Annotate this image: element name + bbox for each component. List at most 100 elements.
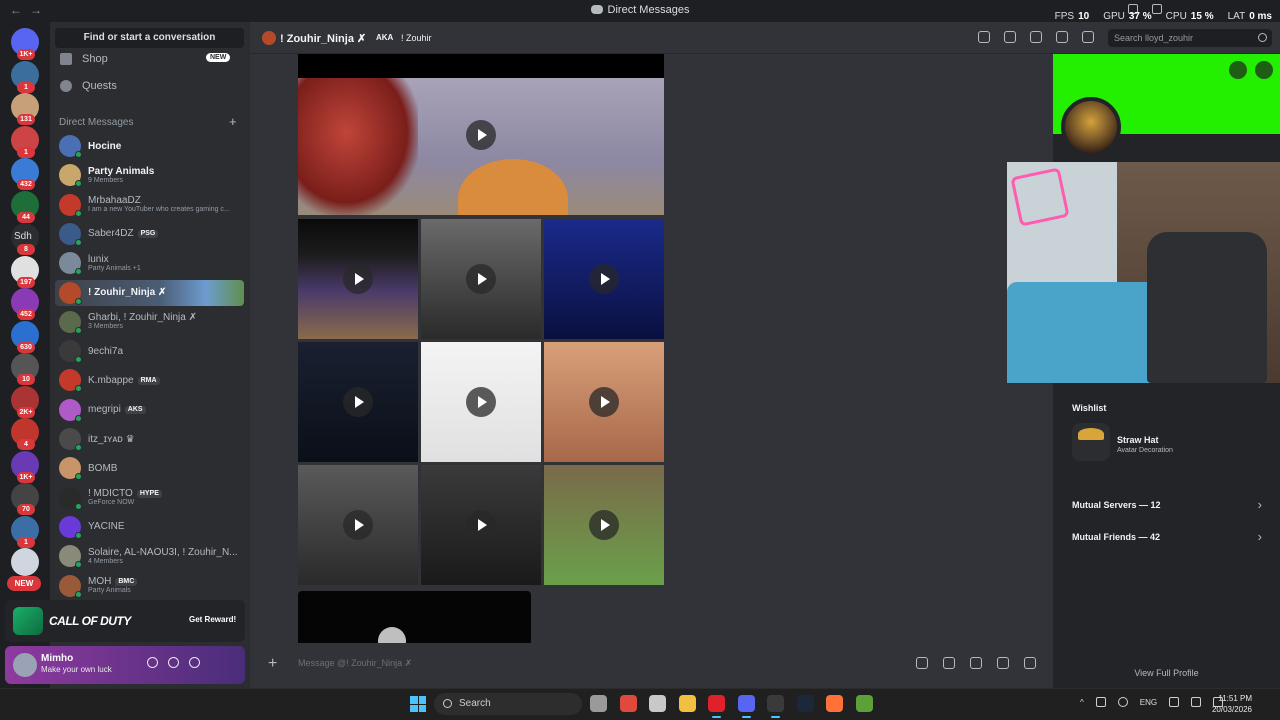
taskbar-search[interactable]: Search — [434, 693, 582, 715]
get-reward-button[interactable]: Get Reward! — [183, 612, 243, 627]
video-thumbnail[interactable] — [544, 342, 664, 462]
microphone-icon[interactable] — [147, 657, 158, 668]
opera-app-icon[interactable] — [708, 695, 725, 718]
minecraft-app-icon[interactable] — [855, 695, 873, 712]
play-icon[interactable] — [343, 264, 373, 294]
view-full-profile-link[interactable]: View Full Profile — [1053, 668, 1280, 678]
server-icon[interactable] — [11, 548, 39, 576]
add-friend-icon[interactable] — [1229, 61, 1247, 79]
dm-item[interactable]: ! MDICTO HYPE GeForce NOW — [55, 485, 244, 511]
video-thumbnail[interactable] — [421, 465, 541, 585]
dm-item[interactable]: Hocine — [55, 133, 244, 159]
chat-search-input[interactable]: Search lloyd_zouhir — [1108, 29, 1272, 47]
video-thumbnail[interactable] — [421, 219, 541, 339]
recipient-name[interactable]: ! Zouhir_Ninja ✗ — [280, 32, 366, 45]
dm-name: Saber4DZ PSG — [88, 228, 159, 239]
clock[interactable]: 11:51 PM 20/03/2026 — [1208, 693, 1252, 715]
video-thumbnail[interactable] — [421, 342, 541, 462]
upload-plus-icon[interactable]: + — [268, 655, 277, 673]
pinned-messages-icon[interactable] — [1030, 31, 1042, 43]
file-explorer-app-icon[interactable] — [678, 695, 696, 712]
dm-name: Party Animals — [88, 165, 155, 177]
network-icon[interactable] — [1095, 697, 1106, 707]
video-thumbnail[interactable] — [544, 219, 664, 339]
task-view-app-icon[interactable] — [590, 695, 607, 712]
play-icon[interactable] — [343, 510, 373, 540]
media-attachment-bottom[interactable] — [298, 591, 531, 643]
nav-shop[interactable]: Shop — [60, 53, 108, 65]
play-icon[interactable] — [589, 264, 619, 294]
add-friends-icon[interactable] — [1056, 31, 1068, 43]
wishlist-item-name[interactable]: Straw Hat — [1117, 435, 1159, 445]
dm-text: MOH BMC Party Animals — [88, 576, 138, 595]
voice-call-icon[interactable] — [978, 31, 990, 43]
dm-item[interactable]: lunix Party Animals +1 — [55, 250, 244, 276]
dm-item[interactable]: Saber4DZ PSG — [55, 221, 244, 247]
firefox-app-icon[interactable] — [826, 695, 843, 712]
video-thumbnail[interactable] — [544, 465, 664, 585]
dm-item[interactable]: MrbahaaDZ I am a new YouTuber who creates… — [55, 192, 244, 218]
user-name: Mimho — [41, 653, 74, 664]
wifi-icon[interactable] — [1169, 697, 1180, 707]
chrome-app-icon[interactable] — [619, 695, 637, 712]
dm-item[interactable]: megripi AKS — [55, 397, 244, 423]
start-button[interactable] — [410, 696, 426, 712]
volume-icon[interactable] — [1191, 697, 1202, 707]
server-badge: 1 — [17, 146, 35, 158]
dm-item[interactable]: Party Animals 9 Members — [55, 162, 244, 188]
find-conversation-button[interactable]: Find or start a conversation — [55, 28, 244, 48]
video-thumbnail[interactable] — [298, 465, 418, 585]
headphones-icon[interactable] — [168, 657, 179, 668]
capture-app-icon[interactable] — [649, 695, 666, 712]
more-options-icon[interactable] — [1255, 61, 1273, 79]
mutual-servers-row[interactable]: Mutual Servers — 12 › — [1072, 497, 1262, 512]
dm-item[interactable]: 9echi7a — [55, 338, 244, 364]
play-icon[interactable] — [589, 510, 619, 540]
dm-item[interactable]: Gharbi, ! Zouhir_Ninja ✗ 3 Members — [55, 309, 244, 335]
mic-tray-icon[interactable] — [1117, 697, 1128, 707]
message-input[interactable]: Message @! Zouhir_Ninja ✗ — [298, 658, 412, 669]
apps-icon[interactable] — [1024, 657, 1036, 669]
nav-quests[interactable]: Quests — [60, 80, 117, 92]
play-icon[interactable] — [466, 119, 496, 150]
obs-app-icon[interactable] — [767, 695, 784, 718]
play-icon[interactable] — [466, 264, 496, 294]
show-hidden-icon[interactable]: ^ — [1080, 698, 1084, 707]
dm-item[interactable]: YACINE — [55, 514, 244, 540]
aka-label: AKA — [376, 33, 394, 42]
play-icon[interactable] — [466, 510, 496, 540]
play-icon[interactable] — [589, 387, 619, 417]
discord-icon — [590, 5, 603, 14]
dm-name: lunix — [88, 253, 109, 265]
play-icon[interactable] — [343, 387, 373, 417]
dm-item[interactable]: itz_ɪʏᴀᴅ ♛ — [55, 426, 244, 452]
discord-app-icon[interactable] — [737, 695, 755, 718]
promo-banner[interactable]: CALL OF DUTY Get Reward! — [5, 600, 245, 642]
clan-tag: AKS — [124, 406, 146, 414]
emoji-icon[interactable] — [997, 657, 1009, 669]
dm-item[interactable]: Solaire, AL-NAOU3I, ! Zouhir_N... 4 Membe… — [55, 543, 244, 569]
language-indicator[interactable]: ENG — [1140, 698, 1157, 707]
steam-app-icon[interactable] — [796, 695, 814, 712]
settings-gear-icon[interactable] — [189, 657, 200, 668]
dm-item[interactable]: K.mbappe RMA — [55, 367, 244, 393]
user-avatar[interactable] — [13, 653, 37, 677]
video-call-icon[interactable] — [1004, 31, 1016, 43]
sticker-icon[interactable] — [970, 657, 982, 669]
play-icon[interactable] — [466, 387, 496, 417]
video-thumbnail[interactable] — [298, 342, 418, 462]
clan-tag: PSG — [137, 230, 159, 239]
gif-icon[interactable] — [943, 657, 955, 669]
profile-avatar[interactable] — [1061, 97, 1121, 157]
gift-icon[interactable] — [916, 657, 928, 669]
dm-item[interactable]: BOMB — [55, 455, 244, 481]
video-thumbnail[interactable] — [298, 219, 418, 339]
dm-item[interactable]: MOH BMC Party Animals — [55, 573, 244, 599]
mutual-friends-row[interactable]: Mutual Friends — 42 › — [1072, 529, 1262, 544]
user-profile-icon[interactable] — [1082, 31, 1094, 43]
recipient-avatar[interactable] — [262, 31, 276, 45]
media-attachment-top[interactable] — [298, 54, 664, 215]
status-dot — [75, 297, 82, 305]
dm-item[interactable]: ! Zouhir_Ninja ✗ — [55, 279, 244, 306]
create-dm-button[interactable]: + — [229, 114, 237, 129]
